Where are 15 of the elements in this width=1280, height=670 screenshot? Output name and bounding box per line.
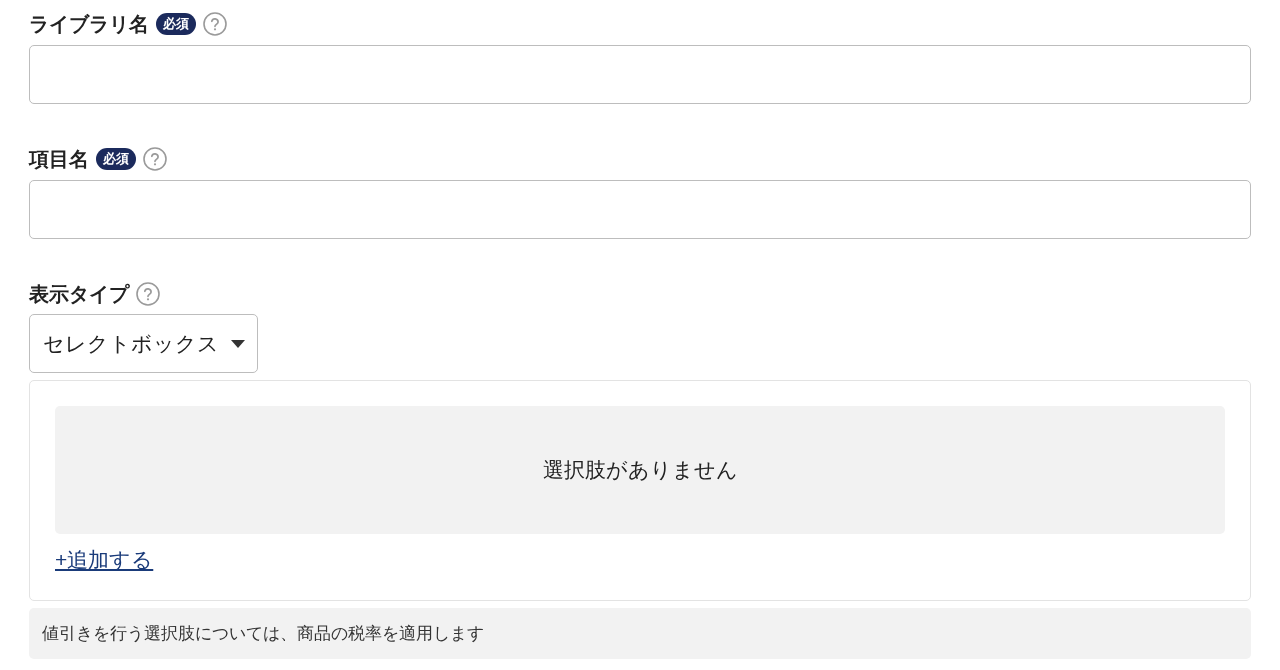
help-icon[interactable]: [203, 11, 227, 36]
required-badge: 必須: [96, 147, 136, 170]
help-icon[interactable]: [136, 281, 160, 306]
field-label: 項目名: [29, 148, 89, 169]
input-field[interactable]: [29, 45, 1251, 104]
empty-message: 選択肢がありません: [55, 406, 1225, 534]
select-dropdown[interactable]: セレクトボックス: [29, 314, 258, 373]
help-icon[interactable]: [143, 146, 167, 171]
add-link[interactable]: +追加する: [55, 547, 154, 573]
required-badge: 必須: [156, 12, 196, 35]
note-text: 値引きを行う選択肢については、商品の税率を適用します: [29, 608, 1251, 659]
field-label: ライブラリ名: [29, 13, 149, 34]
field-label: 表示タイプ: [29, 283, 129, 304]
caret-icon: [231, 339, 245, 348]
input-field[interactable]: [29, 180, 1251, 239]
